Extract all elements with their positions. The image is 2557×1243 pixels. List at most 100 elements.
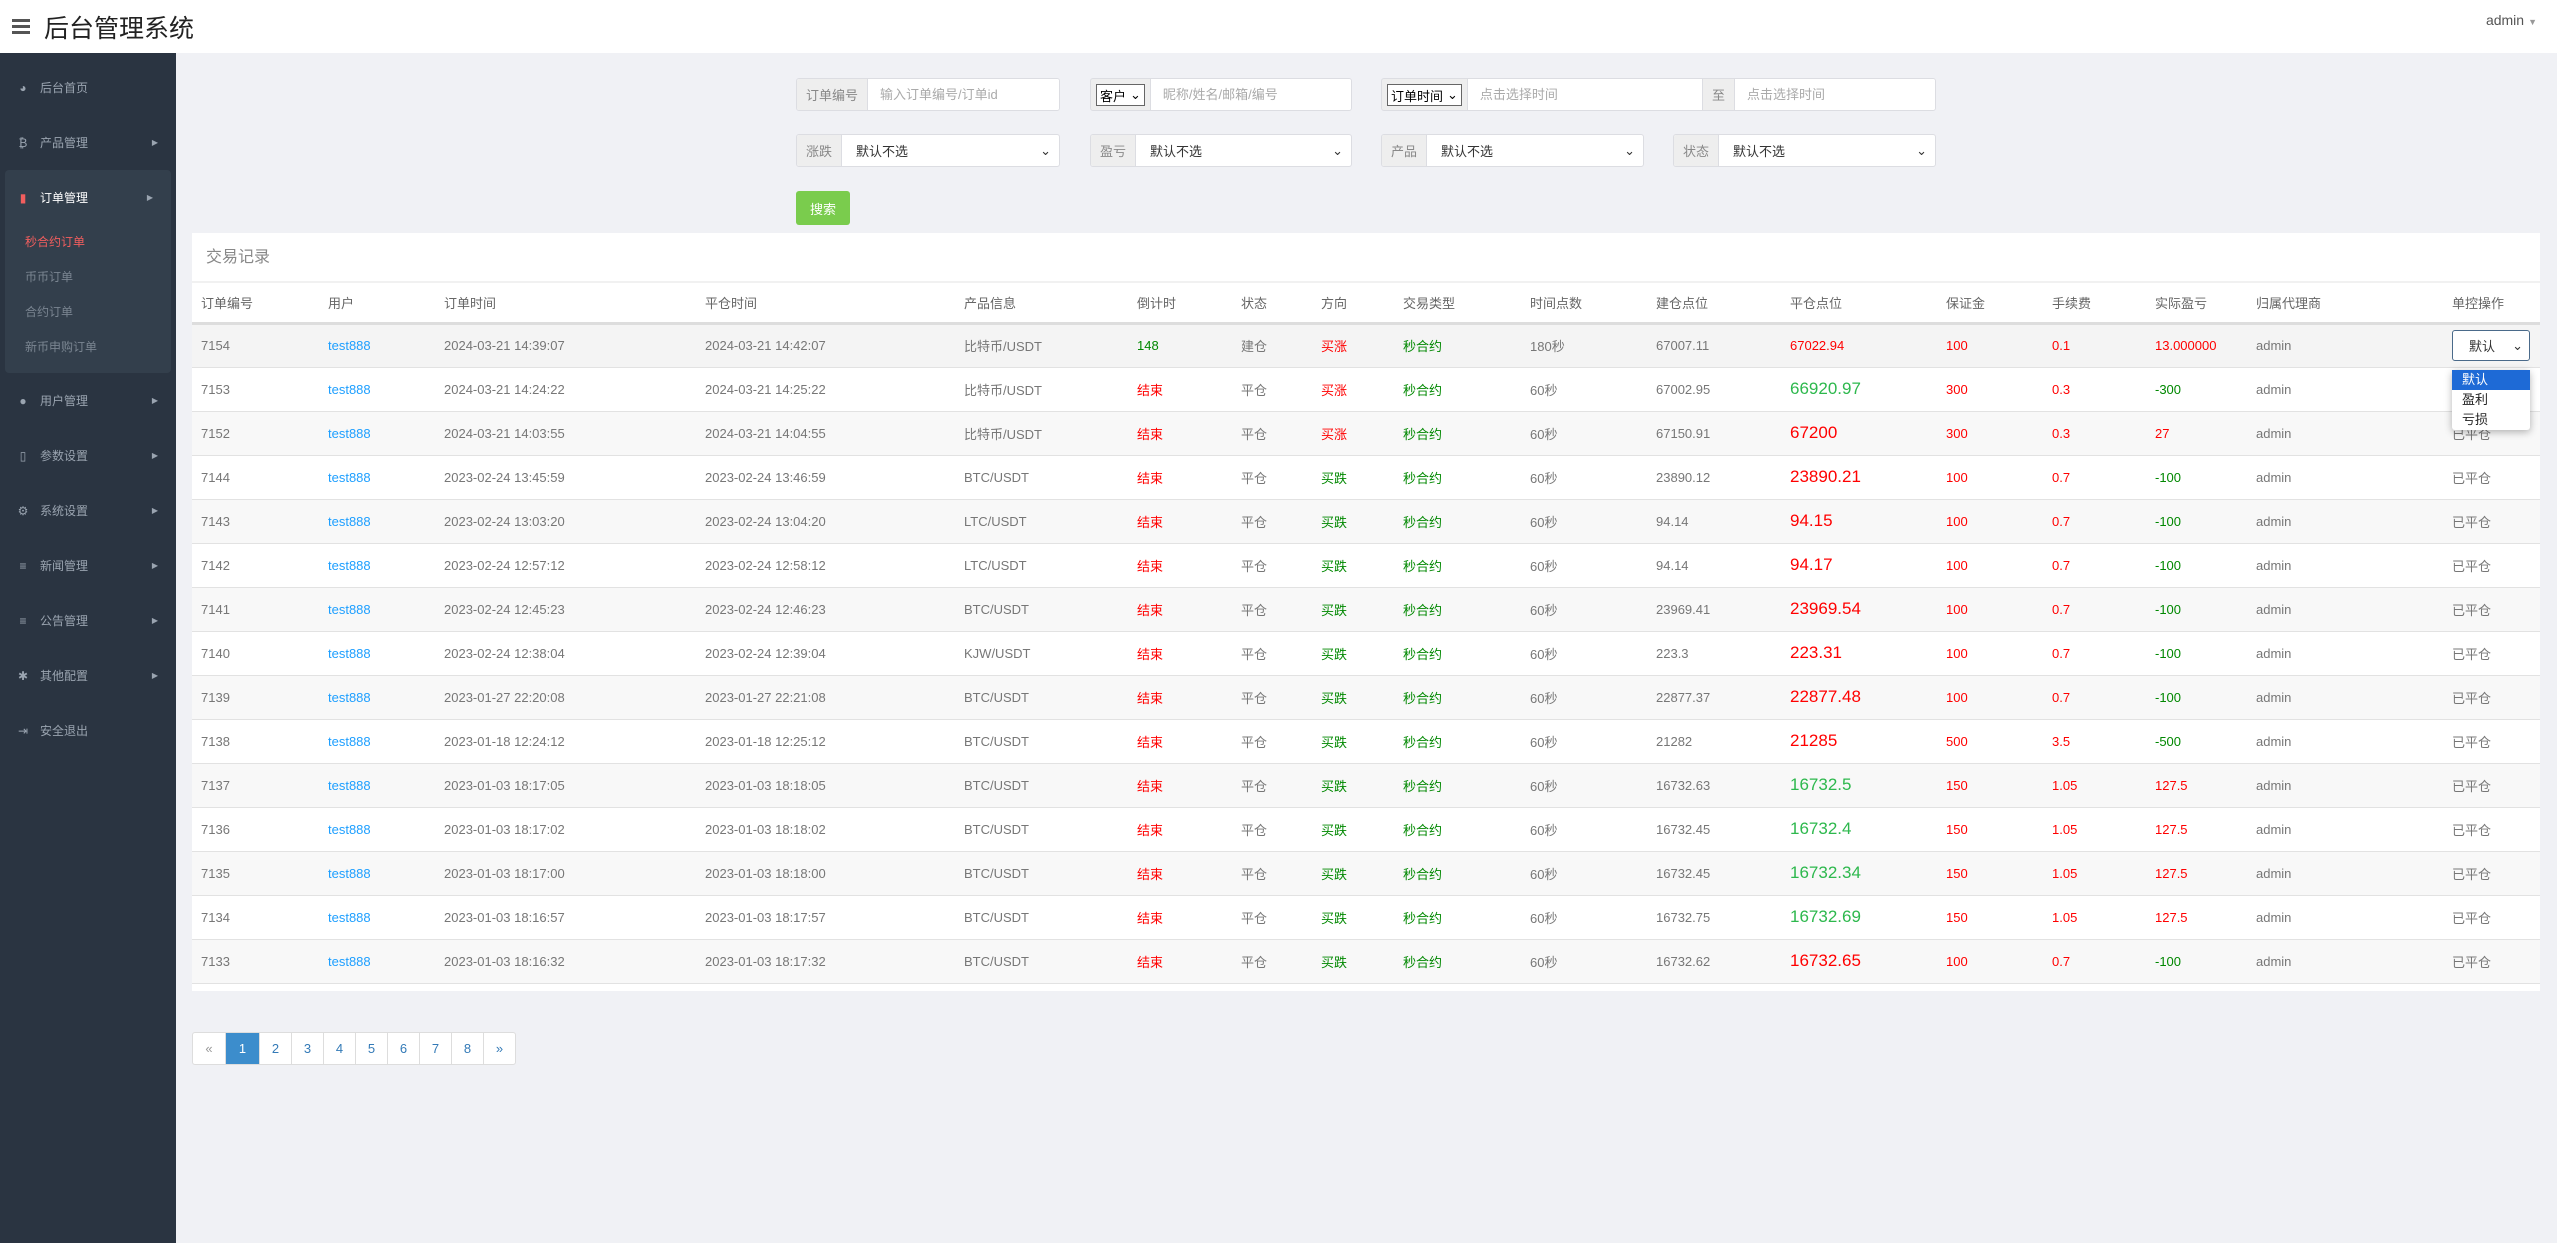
control-select[interactable]: 默认 ⌄ <box>2452 330 2530 361</box>
fee-cell: 0.7 <box>2043 587 2146 632</box>
chevron-down-icon: ⌄ <box>1916 142 1927 158</box>
user-cell[interactable]: test888 <box>319 587 435 632</box>
sidebar-subitem-3[interactable]: 新币申购订单 <box>5 330 171 365</box>
end-time-input[interactable] <box>1735 79 1935 110</box>
filter-form: 订单编号 客户⌄ 订单时间⌄ 至 涨跌 默认不选⌄ 盈亏 默认不选⌄ 产品 默认… <box>796 78 1936 228</box>
duration-cell: 60秒 <box>1521 895 1647 940</box>
control-cell: 已平仓 <box>2443 455 2540 500</box>
profit-loss-filter[interactable]: 盈亏 默认不选 ⌄ <box>1090 134 1352 167</box>
sidebar-subitem-1[interactable]: 币币订单 <box>5 260 171 295</box>
agent-cell: admin <box>2247 939 2443 984</box>
page-7-button[interactable]: 7 <box>419 1033 451 1064</box>
margin-cell: 100 <box>1937 631 2043 676</box>
sidebar-item-9[interactable]: ⇥ 安全退出 <box>0 703 176 758</box>
column-header: 倒计时 <box>1128 283 1232 325</box>
sidebar-subitem-2[interactable]: 合约订单 <box>5 295 171 330</box>
duration-cell: 60秒 <box>1521 367 1647 412</box>
user-cell[interactable]: test888 <box>319 367 435 412</box>
chevron-down-icon: ⌄ <box>2512 337 2523 353</box>
column-header: 时间点数 <box>1521 283 1647 325</box>
document-icon: ▯ <box>19 448 27 463</box>
user-cell[interactable]: test888 <box>319 851 435 896</box>
sidebar-item-label: 订单管理 <box>40 191 89 205</box>
rise-fall-filter[interactable]: 涨跌 默认不选 ⌄ <box>796 134 1060 167</box>
sidebar-item-8[interactable]: ✱ 其他配置 ▶ <box>0 648 176 703</box>
status-cell: 平仓 <box>1232 763 1312 808</box>
sidebar-item-7[interactable]: ≡ 公告管理 ▶ <box>0 593 176 648</box>
user-cell[interactable]: test888 <box>319 807 435 852</box>
search-button[interactable]: 搜索 <box>796 191 850 225</box>
user-cell[interactable]: test888 <box>319 763 435 808</box>
sidebar-item-label: 安全退出 <box>40 724 89 738</box>
countdown-cell: 结束 <box>1128 543 1232 588</box>
user-cell[interactable]: test888 <box>319 631 435 676</box>
open-price-cell: 21282 <box>1647 719 1781 764</box>
sidebar-item-label: 产品管理 <box>40 136 89 150</box>
agent-cell: admin <box>2247 587 2443 632</box>
hamburger-menu-icon[interactable] <box>12 19 30 34</box>
user-cell[interactable]: test888 <box>319 675 435 720</box>
close-time-cell: 2024-03-21 14:42:07 <box>696 323 955 368</box>
open-price-cell: 16732.75 <box>1647 895 1781 940</box>
countdown-cell: 结束 <box>1128 675 1232 720</box>
user-cell[interactable]: test888 <box>319 719 435 764</box>
user-cell[interactable]: test888 <box>319 411 435 456</box>
status-cell: 平仓 <box>1232 807 1312 852</box>
caret-right-icon: ▶ <box>151 671 158 680</box>
sidebar-item-6[interactable]: ≡ 新闻管理 ▶ <box>0 538 176 593</box>
prev-page-button[interactable]: « <box>193 1033 225 1064</box>
page-6-button[interactable]: 6 <box>387 1033 419 1064</box>
control-option[interactable]: 盈利 <box>2452 390 2530 410</box>
control-cell: 已平仓 <box>2443 895 2540 940</box>
fee-cell: 0.7 <box>2043 939 2146 984</box>
chevron-down-icon: ⌄ <box>1624 142 1635 158</box>
sidebar-item-1[interactable]: ₿ 产品管理 ▶ <box>0 115 176 170</box>
user-cell[interactable]: test888 <box>319 499 435 544</box>
direction-cell: 买跌 <box>1312 851 1394 896</box>
trade-type-cell: 秒合约 <box>1394 939 1521 984</box>
sidebar-subitem-0[interactable]: 秒合约订单 <box>5 225 171 260</box>
product-filter[interactable]: 产品 默认不选 ⌄ <box>1381 134 1644 167</box>
user-cell[interactable]: test888 <box>319 455 435 500</box>
user-cell[interactable]: test888 <box>319 895 435 940</box>
page-1-button[interactable]: 1 <box>225 1033 259 1064</box>
page-4-button[interactable]: 4 <box>323 1033 355 1064</box>
sidebar-item-3[interactable]: ● 用户管理 ▶ <box>0 373 176 428</box>
customer-type-select[interactable]: 客户 ⌄ <box>1096 84 1145 106</box>
control-option[interactable]: 默认 <box>2452 370 2530 390</box>
duration-cell: 60秒 <box>1521 807 1647 852</box>
margin-cell: 100 <box>1937 543 2043 588</box>
control-cell: 已平仓 <box>2443 499 2540 544</box>
user-cell[interactable]: test888 <box>319 323 435 368</box>
time-type-select[interactable]: 订单时间 ⌄ <box>1387 84 1462 106</box>
close-time-cell: 2024-03-21 14:25:22 <box>696 367 955 412</box>
page-8-button[interactable]: 8 <box>451 1033 483 1064</box>
sidebar-item-2[interactable]: ▮ 订单管理 ▶ <box>5 170 171 225</box>
duration-cell: 60秒 <box>1521 499 1647 544</box>
sidebar-item-5[interactable]: ⚙ 系统设置 ▶ <box>0 483 176 538</box>
page-5-button[interactable]: 5 <box>355 1033 387 1064</box>
start-time-input[interactable] <box>1466 79 1702 110</box>
status-filter[interactable]: 状态 默认不选 ⌄ <box>1673 134 1936 167</box>
margin-cell: 150 <box>1937 763 2043 808</box>
duration-cell: 60秒 <box>1521 719 1647 764</box>
page-3-button[interactable]: 3 <box>291 1033 323 1064</box>
user-menu[interactable]: admin ▼ <box>2486 12 2537 28</box>
next-page-button[interactable]: » <box>483 1033 515 1064</box>
status-cell: 平仓 <box>1232 543 1312 588</box>
close-price-cell: 94.17 <box>1781 543 1937 588</box>
control-option[interactable]: 亏损 <box>2452 410 2530 430</box>
caret-right-icon: ▶ <box>146 193 153 202</box>
page-2-button[interactable]: 2 <box>259 1033 291 1064</box>
fee-cell: 3.5 <box>2043 719 2146 764</box>
sidebar-item-4[interactable]: ▯ 参数设置 ▶ <box>0 428 176 483</box>
user-cell[interactable]: test888 <box>319 543 435 588</box>
user-cell[interactable]: test888 <box>319 939 435 984</box>
customer-input[interactable] <box>1149 79 1351 110</box>
countdown-cell: 结束 <box>1128 851 1232 896</box>
column-header: 平仓点位 <box>1781 283 1937 325</box>
order-number-input[interactable] <box>868 79 1059 110</box>
sidebar-item-0[interactable]: ◕ 后台首页 <box>0 60 176 115</box>
trade-type-cell: 秒合约 <box>1394 499 1521 544</box>
app-title: 后台管理系统 <box>44 14 195 43</box>
